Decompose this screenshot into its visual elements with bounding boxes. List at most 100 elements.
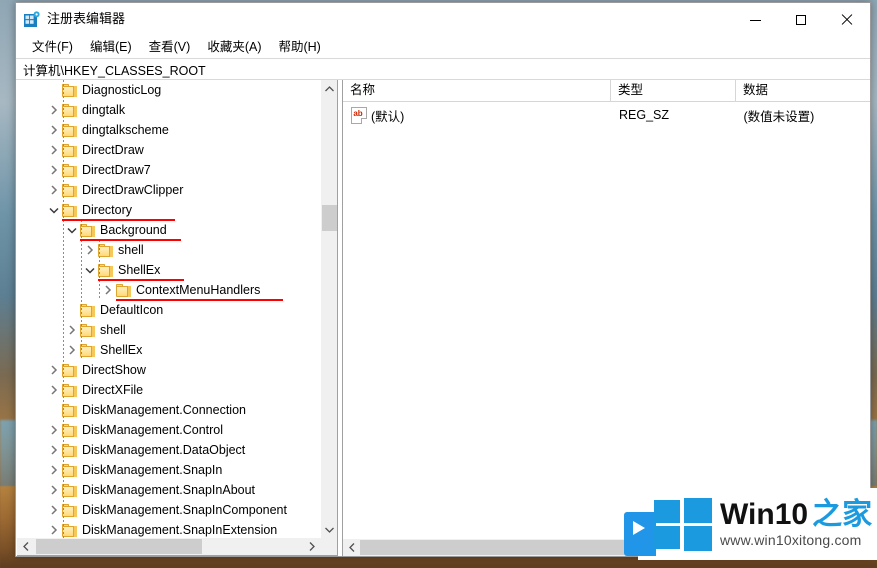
tree-item-label: DiskManagement.SnapInAbout <box>82 483 256 497</box>
tree-item-label: DirectShow <box>82 363 146 377</box>
chevron-right-icon[interactable] <box>46 420 62 440</box>
chevron-right-icon[interactable] <box>46 460 62 480</box>
registry-editor-window: 注册表编辑器 文件(F) 编辑(E) 查看(V) 收藏夹(A) 帮助(H) 计算… <box>15 2 871 557</box>
registry-tree[interactable]: DiagnosticLog dingtalk dingtalkscheme Direc… <box>17 80 320 538</box>
chevron-down-icon[interactable] <box>64 220 80 240</box>
scroll-left-icon[interactable] <box>343 539 360 556</box>
bird-icon <box>624 512 656 556</box>
chevron-right-icon[interactable] <box>64 340 80 360</box>
chevron-right-icon[interactable] <box>46 500 62 520</box>
minimize-button[interactable] <box>732 3 778 37</box>
column-data[interactable]: 数据 <box>736 80 870 101</box>
folder-icon <box>62 143 77 157</box>
watermark-title: Win10 之家 <box>720 499 872 531</box>
folder-icon <box>80 323 95 337</box>
tree-item-label: DiskManagement.SnapInExtension <box>82 523 278 537</box>
menu-favorites[interactable]: 收藏夹(A) <box>199 38 270 57</box>
value-data: (数值未设置) <box>743 109 815 124</box>
title-bar: 注册表编辑器 <box>16 3 870 37</box>
tree-item-label: ShellEx <box>100 343 143 357</box>
chevron-right-icon[interactable] <box>46 100 62 120</box>
chevron-right-icon[interactable] <box>46 480 62 500</box>
menu-file[interactable]: 文件(F) <box>24 38 82 57</box>
chevron-right-icon[interactable] <box>46 380 62 400</box>
chevron-right-icon[interactable] <box>46 180 62 200</box>
values-column-header: 名称 类型 数据 <box>343 80 870 102</box>
column-type[interactable]: 类型 <box>611 80 736 101</box>
chevron-right-icon[interactable] <box>46 360 62 380</box>
menu-edit[interactable]: 编辑(E) <box>82 38 141 57</box>
values-pane-frame: 名称 类型 数据 ab (默认) REG_SZ (数值未设置) <box>342 80 870 556</box>
highlight-underline <box>98 279 184 281</box>
string-value-icon: ab <box>351 106 367 124</box>
scroll-down-icon[interactable] <box>321 521 338 538</box>
minimize-icon <box>749 19 761 21</box>
address-bar[interactable]: 计算机\HKEY_CLASSES_ROOT <box>16 58 870 80</box>
close-button[interactable] <box>824 3 870 37</box>
folder-icon <box>62 103 77 117</box>
content-panes: DiagnosticLog dingtalk dingtalkscheme Direc… <box>16 80 870 556</box>
close-icon <box>841 14 853 26</box>
chevron-right-icon[interactable] <box>46 160 62 180</box>
menu-bar: 文件(F) 编辑(E) 查看(V) 收藏夹(A) 帮助(H) <box>16 37 870 58</box>
watermark-url: www.win10xitong.com <box>720 532 862 548</box>
tree-vertical-scrollbar[interactable] <box>320 80 337 538</box>
value-name: (默认) <box>371 109 405 124</box>
chevron-down-icon[interactable] <box>46 200 62 220</box>
values-pane: 名称 类型 数据 ab (默认) REG_SZ (数值未设置) <box>339 80 870 556</box>
watermark-text: Win10 之家 www.win10xitong.com <box>720 499 872 549</box>
tree-item-label: dingtalk <box>82 103 126 117</box>
chevron-down-icon[interactable] <box>82 260 98 280</box>
menu-help[interactable]: 帮助(H) <box>270 38 329 57</box>
scroll-up-icon[interactable] <box>321 80 338 97</box>
chevron-right-icon[interactable] <box>46 520 62 538</box>
tree-hscroll-track[interactable] <box>34 538 303 555</box>
window-controls <box>732 3 870 37</box>
folder-icon <box>80 303 95 317</box>
folder-icon <box>62 383 77 397</box>
folder-icon <box>62 483 77 497</box>
tree-scroll-thumb[interactable] <box>322 205 337 231</box>
tree-item-label: DefaultIcon <box>100 303 164 317</box>
chevron-right-icon[interactable] <box>82 240 98 260</box>
scroll-left-icon[interactable] <box>17 538 34 555</box>
highlight-underline <box>62 219 175 221</box>
tree-item-label: DiskManagement.Connection <box>82 403 246 417</box>
menu-view[interactable]: 查看(V) <box>141 38 200 57</box>
tree-item-label: shell <box>100 323 126 337</box>
tree-item-label: ContextMenuHandlers <box>136 283 261 297</box>
tree-item-label: Directory <box>82 203 133 217</box>
column-name[interactable]: 名称 <box>343 80 611 101</box>
scroll-right-icon[interactable] <box>303 538 320 555</box>
values-list[interactable]: ab (默认) REG_SZ (数值未设置) <box>343 102 870 126</box>
folder-icon <box>62 523 77 537</box>
folder-icon <box>62 163 77 177</box>
value-row[interactable]: ab (默认) REG_SZ (数值未设置) <box>343 102 870 126</box>
chevron-right-icon[interactable] <box>64 320 80 340</box>
folder-icon <box>62 403 77 417</box>
folder-icon <box>62 463 77 477</box>
tree-item-label: ShellEx <box>118 263 161 277</box>
folder-icon <box>62 183 77 197</box>
tree-item-label: DiskManagement.Control <box>82 423 224 437</box>
tree-scroll-corner <box>320 538 337 555</box>
chevron-right-icon[interactable] <box>46 120 62 140</box>
chevron-right-icon[interactable] <box>100 280 116 300</box>
chevron-right-icon[interactable] <box>46 140 62 160</box>
folder-icon <box>62 443 77 457</box>
tree-item-label: DiskManagement.SnapIn <box>82 463 223 477</box>
value-type: REG_SZ <box>619 108 670 122</box>
tree-item-label: shell <box>118 243 144 257</box>
folder-icon <box>62 203 77 217</box>
tree-item-label: DirectDraw7 <box>82 163 151 177</box>
folder-icon <box>62 423 77 437</box>
chevron-right-icon[interactable] <box>46 440 62 460</box>
tree-item-label: DiskManagement.DataObject <box>82 443 246 457</box>
maximize-button[interactable] <box>778 3 824 37</box>
watermark-title-blue: 之家 <box>812 498 873 531</box>
folder-icon <box>62 503 77 517</box>
tree-hscroll-thumb[interactable] <box>36 539 202 554</box>
tree-guide-line <box>63 80 64 538</box>
tree-horizontal-scrollbar[interactable] <box>17 538 320 555</box>
window-title: 注册表编辑器 <box>47 11 126 26</box>
